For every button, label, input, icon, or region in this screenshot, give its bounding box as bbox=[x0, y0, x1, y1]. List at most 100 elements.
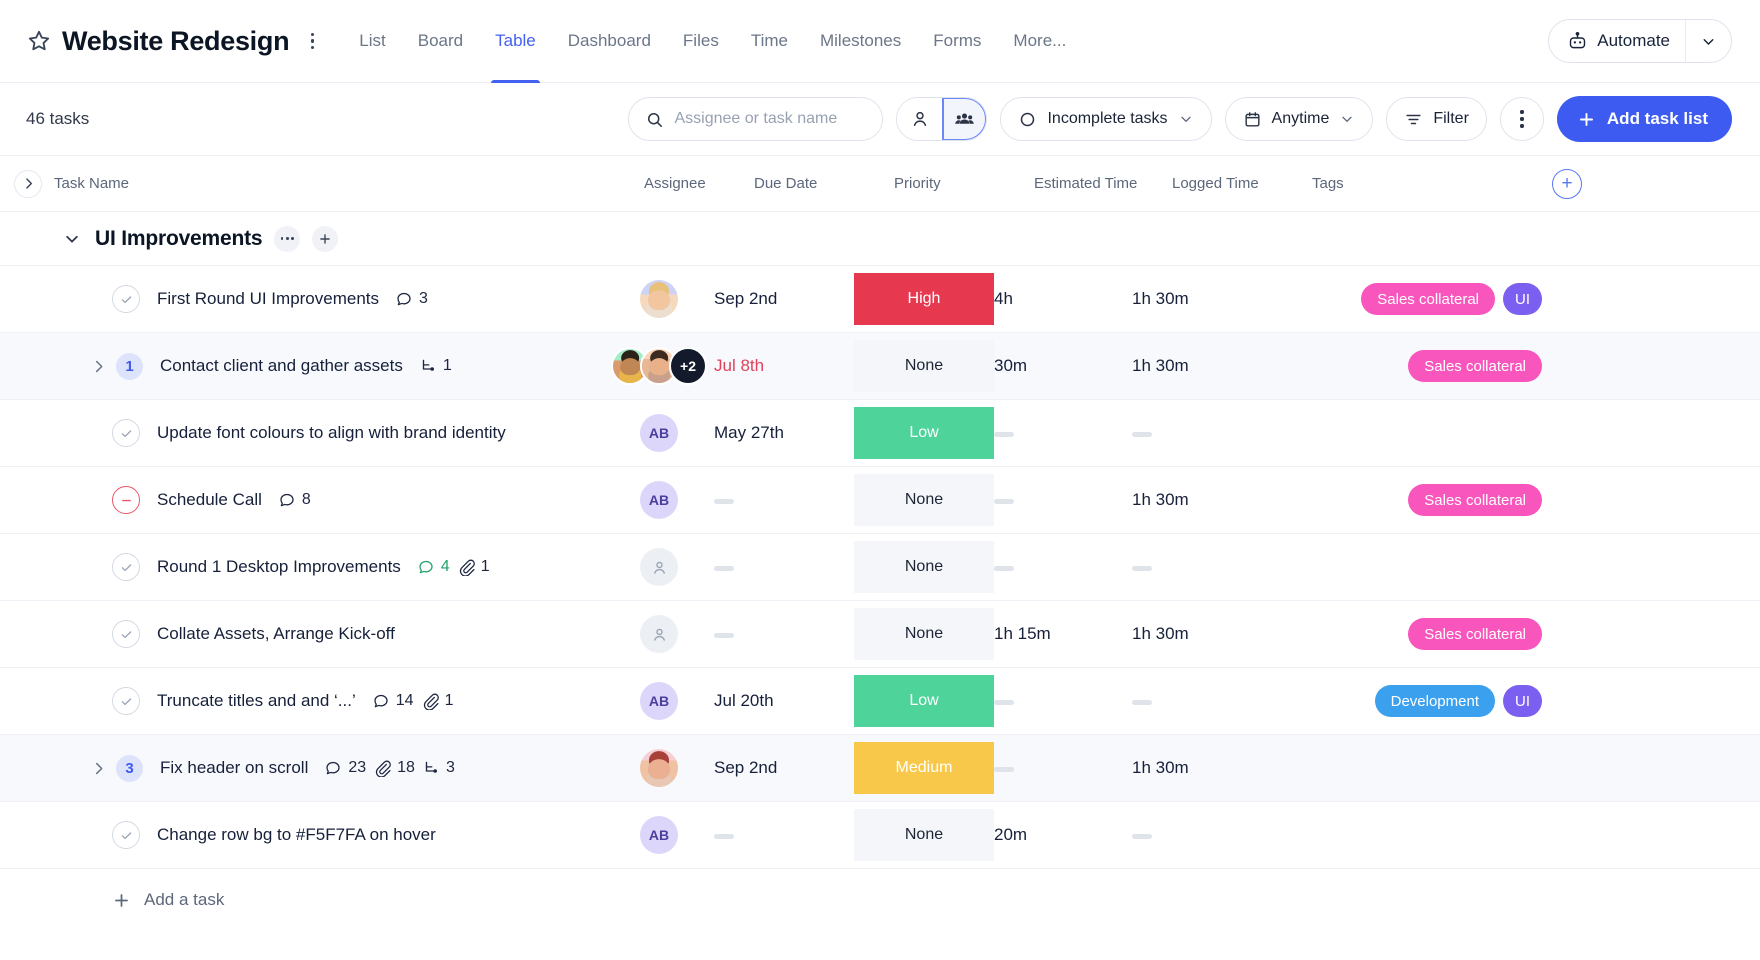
search-box[interactable] bbox=[628, 97, 884, 141]
add-a-task-button[interactable]: Add a task bbox=[0, 869, 1760, 931]
avatar[interactable]: AB bbox=[640, 816, 678, 854]
table-row[interactable]: Round 1 Desktop Improvements 4 1 None bbox=[0, 534, 1760, 601]
tag-pill[interactable]: Sales collateral bbox=[1361, 283, 1495, 315]
estimated-time-cell[interactable]: 20m bbox=[994, 825, 1132, 845]
due-date[interactable]: Jul 8th bbox=[714, 356, 764, 375]
tag-pill[interactable]: Development bbox=[1374, 685, 1495, 717]
due-date[interactable]: Sep 2nd bbox=[714, 289, 777, 308]
tab-files[interactable]: Files bbox=[667, 0, 735, 83]
task-title[interactable]: Contact client and gather assets bbox=[160, 356, 403, 376]
group-people-toggle[interactable] bbox=[942, 98, 987, 140]
column-header-estimated-time[interactable]: Estimated Time bbox=[1034, 175, 1137, 192]
logged-time-cell[interactable] bbox=[1132, 692, 1272, 710]
avatar-placeholder[interactable] bbox=[640, 548, 678, 586]
task-title[interactable]: Change row bg to #F5F7FA on hover bbox=[157, 825, 436, 845]
task-title[interactable]: Collate Assets, Arrange Kick-off bbox=[157, 624, 395, 644]
avatar-stack[interactable]: +2 bbox=[611, 347, 707, 385]
row-expand-toggle[interactable] bbox=[84, 358, 112, 375]
priority-badge[interactable]: None bbox=[854, 340, 994, 392]
estimated-time-cell[interactable] bbox=[994, 558, 1132, 576]
priority-badge[interactable]: None bbox=[854, 474, 994, 526]
task-title[interactable]: Schedule Call bbox=[157, 490, 262, 510]
estimated-time-cell[interactable]: 4h bbox=[994, 289, 1132, 309]
avatar-overflow-count[interactable]: +2 bbox=[669, 347, 707, 385]
toolbar-more-button[interactable] bbox=[1499, 97, 1544, 141]
avatar[interactable] bbox=[640, 280, 678, 318]
due-date[interactable]: Sep 2nd bbox=[714, 758, 777, 777]
tag-pill[interactable]: Sales collateral bbox=[1408, 618, 1542, 650]
estimated-time-cell[interactable] bbox=[994, 692, 1132, 710]
estimated-time-cell[interactable] bbox=[994, 759, 1132, 777]
tab-milestones[interactable]: Milestones bbox=[804, 0, 917, 83]
row-expand-toggle[interactable] bbox=[84, 760, 112, 777]
task-title[interactable]: Fix header on scroll bbox=[160, 758, 308, 778]
group-options-button[interactable] bbox=[274, 225, 301, 252]
task-title[interactable]: Truncate titles and and ‘...’ bbox=[157, 691, 356, 711]
column-header-priority[interactable]: Priority bbox=[894, 175, 941, 192]
project-options-button[interactable] bbox=[299, 28, 325, 54]
date-filter-button[interactable]: Anytime bbox=[1224, 97, 1374, 141]
column-header-logged-time[interactable]: Logged Time bbox=[1172, 175, 1259, 192]
tag-pill[interactable]: UI bbox=[1503, 283, 1542, 315]
tab-table[interactable]: Table bbox=[479, 0, 552, 83]
logged-time-cell[interactable]: 1h 30m bbox=[1132, 758, 1272, 778]
tab-dashboard[interactable]: Dashboard bbox=[552, 0, 667, 83]
due-date[interactable]: Jul 20th bbox=[714, 691, 774, 710]
table-row[interactable]: Update font colours to align with brand … bbox=[0, 400, 1760, 467]
estimated-time-cell[interactable] bbox=[994, 424, 1132, 442]
logged-time-cell[interactable]: 1h 30m bbox=[1132, 490, 1272, 510]
favorite-star-icon[interactable] bbox=[26, 28, 52, 54]
automate-dropdown-button[interactable] bbox=[1685, 20, 1731, 62]
logged-time-cell[interactable] bbox=[1132, 424, 1272, 442]
group-add-task-button[interactable] bbox=[312, 225, 339, 252]
task-status-checkbox[interactable] bbox=[112, 486, 140, 514]
tab-more[interactable]: More... bbox=[997, 0, 1082, 83]
tag-pill[interactable]: Sales collateral bbox=[1408, 484, 1542, 516]
priority-badge[interactable]: None bbox=[854, 608, 994, 660]
column-header-task-name[interactable]: Task Name bbox=[54, 175, 129, 192]
estimated-time-cell[interactable]: 1h 15m bbox=[994, 624, 1132, 644]
task-status-checkbox[interactable] bbox=[112, 620, 140, 648]
column-header-assignee[interactable]: Assignee bbox=[644, 175, 706, 192]
estimated-time-cell[interactable] bbox=[994, 491, 1132, 509]
estimated-time-cell[interactable]: 30m bbox=[994, 356, 1132, 376]
priority-badge[interactable]: None bbox=[854, 541, 994, 593]
avatar[interactable]: AB bbox=[640, 481, 678, 519]
avatar[interactable] bbox=[640, 749, 678, 787]
filter-button[interactable]: Filter bbox=[1386, 97, 1487, 141]
task-status-checkbox[interactable] bbox=[112, 419, 140, 447]
tag-pill[interactable]: Sales collateral bbox=[1408, 350, 1542, 382]
collapse-all-button[interactable] bbox=[14, 169, 42, 198]
task-status-checkbox[interactable] bbox=[112, 687, 140, 715]
priority-badge[interactable]: Low bbox=[854, 407, 994, 459]
table-row[interactable]: Schedule Call 8 AB None 1h 30m Sales collater… bbox=[0, 467, 1760, 534]
table-row[interactable]: Collate Assets, Arrange Kick-off None 1h 1… bbox=[0, 601, 1760, 668]
due-date[interactable]: May 27th bbox=[714, 423, 784, 442]
table-row[interactable]: Change row bg to #F5F7FA on hover AB None 2… bbox=[0, 802, 1760, 869]
column-header-tags[interactable]: Tags bbox=[1312, 175, 1344, 192]
task-status-checkbox[interactable] bbox=[112, 821, 140, 849]
add-column-button[interactable]: + bbox=[1552, 168, 1582, 199]
group-collapse-toggle[interactable] bbox=[61, 228, 83, 250]
logged-time-cell[interactable] bbox=[1132, 826, 1272, 844]
add-task-list-button[interactable]: Add task list bbox=[1556, 96, 1732, 142]
automate-main[interactable]: Automate bbox=[1549, 20, 1685, 62]
avatar-placeholder[interactable] bbox=[640, 615, 678, 653]
table-row[interactable]: 3 Fix header on scroll 23 18 3 Sep 2nd Medium 1… bbox=[0, 735, 1760, 802]
table-row[interactable]: Truncate titles and and ‘...’ 14 1 AB Jul 20… bbox=[0, 668, 1760, 735]
tab-time[interactable]: Time bbox=[735, 0, 804, 83]
task-title[interactable]: Update font colours to align with brand … bbox=[157, 423, 506, 443]
task-status-checkbox[interactable] bbox=[112, 285, 140, 313]
tab-list[interactable]: List bbox=[343, 0, 401, 83]
logged-time-cell[interactable]: 1h 30m bbox=[1132, 624, 1272, 644]
table-row[interactable]: 1 Contact client and gather assets 1 +2 Jul … bbox=[0, 333, 1760, 400]
task-status-checkbox[interactable] bbox=[112, 553, 140, 581]
tab-board[interactable]: Board bbox=[402, 0, 479, 83]
search-input[interactable] bbox=[674, 110, 867, 128]
priority-badge[interactable]: Low bbox=[854, 675, 994, 727]
table-row[interactable]: First Round UI Improvements 3 Sep 2nd High 4… bbox=[0, 266, 1760, 333]
task-title[interactable]: First Round UI Improvements bbox=[157, 289, 379, 309]
task-title[interactable]: Round 1 Desktop Improvements bbox=[157, 557, 401, 577]
tab-forms[interactable]: Forms bbox=[917, 0, 997, 83]
logged-time-cell[interactable]: 1h 30m bbox=[1132, 356, 1272, 376]
